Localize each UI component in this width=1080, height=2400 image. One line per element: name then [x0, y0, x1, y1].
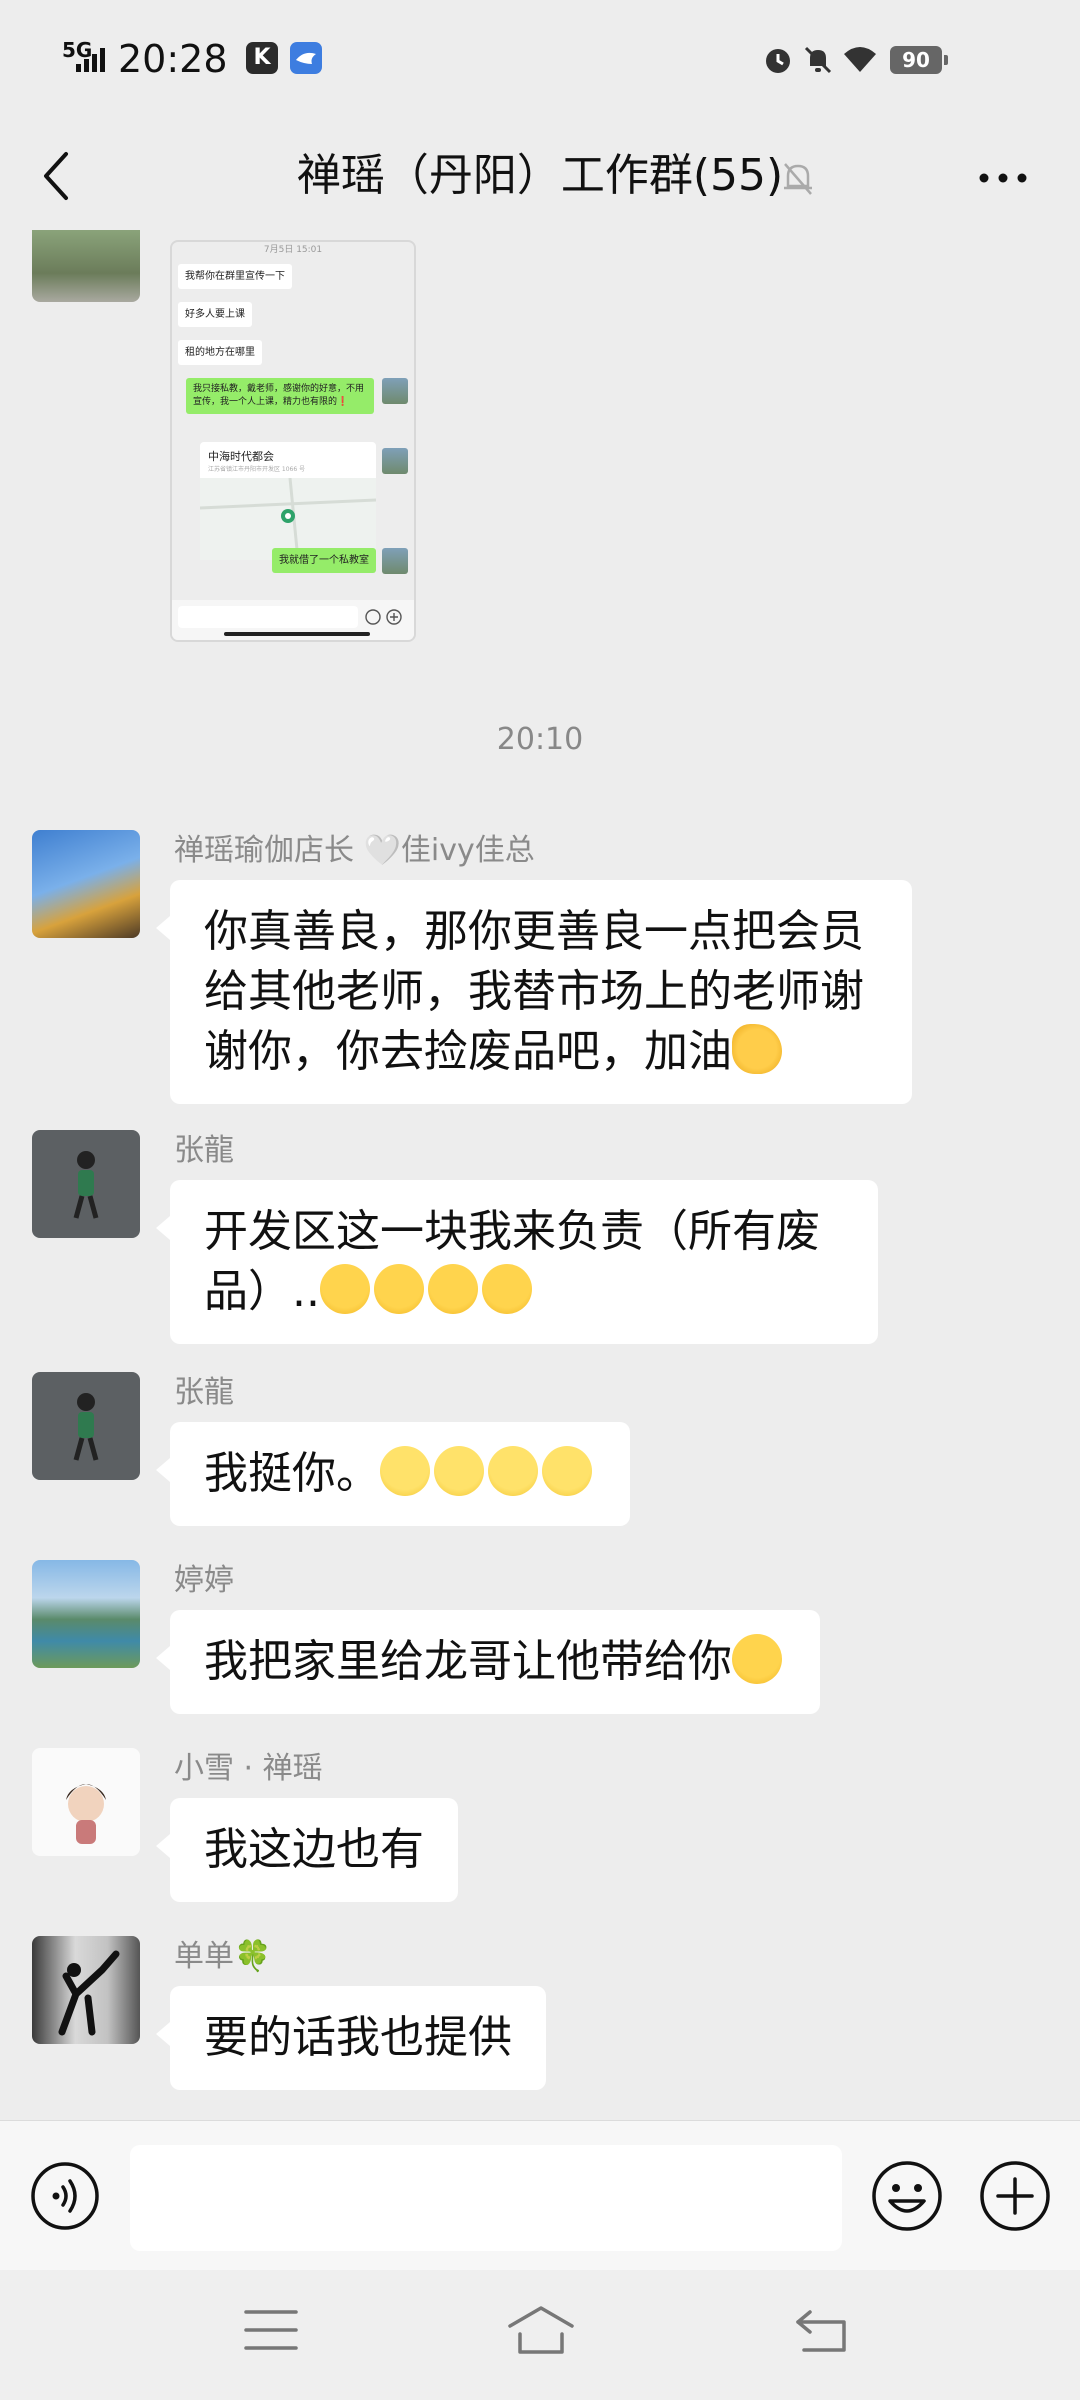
- location-address: 江苏省镇江市丹阳市开发区 1066 号: [208, 466, 306, 473]
- screenshot-bubble: 我只接私教，戴老师，感谢你的好意，不用宣传，我一个人上课，精力也有限的❗: [186, 378, 374, 414]
- smirk-emoji-icon: [488, 1446, 538, 1496]
- avatar[interactable]: [32, 1748, 140, 1856]
- alarm-icon: [766, 49, 790, 73]
- avatar[interactable]: [32, 830, 140, 938]
- voice-icon[interactable]: [30, 2161, 100, 2231]
- facepalm-emoji-icon: [373, 1264, 424, 1314]
- message-bubble[interactable]: 开发区这一块我来负责（所有废品）..: [156, 1180, 878, 1344]
- emoji-icon[interactable]: [870, 2159, 944, 2233]
- signal-icon: [76, 48, 105, 72]
- sender-name: 单单🍀: [174, 1939, 272, 1974]
- sender-name: 小雪 · 禅瑶: [174, 1751, 323, 1786]
- home-indicator: [224, 632, 370, 636]
- screenshot-bubble: 租的地方在哪里: [178, 340, 262, 365]
- message-text: 要的话我也提供: [204, 2012, 512, 2063]
- message-bubble[interactable]: 要的话我也提供: [156, 1986, 546, 2090]
- clapping-hands-emoji-icon: [732, 1024, 782, 1074]
- avatar: [382, 378, 408, 404]
- mute-icon: [804, 46, 832, 74]
- home-icon[interactable]: [506, 2304, 576, 2356]
- message-bubble[interactable]: 我把家里给龙哥让他带给你: [156, 1610, 820, 1714]
- status-bar: 5G 20:28 K 90: [0, 0, 1080, 120]
- sender-name: 婷婷: [174, 1563, 234, 1598]
- message-text: 我把家里给龙哥让他带给你: [204, 1636, 732, 1687]
- avatar: [382, 448, 408, 474]
- chat-header: 禅瑶（丹阳）工作群(55): [0, 120, 1080, 230]
- screenshot-input: [178, 606, 358, 628]
- screenshot-bubble: 我就借了一个私教室: [272, 548, 376, 573]
- message-timestamp: 20:10: [496, 722, 584, 757]
- app-k-icon: K: [246, 42, 278, 74]
- plus-icon[interactable]: [978, 2159, 1052, 2233]
- facepalm-emoji-icon: [427, 1264, 478, 1314]
- back-nav-icon[interactable]: [794, 2306, 850, 2354]
- smirk-emoji-icon: [542, 1446, 592, 1496]
- message-bubble[interactable]: 我这边也有: [156, 1798, 458, 1902]
- screenshot-image-message[interactable]: 7月5日 15:01 我帮你在群里宣传一下 好多人要上课 租的地方在哪里 我只接…: [170, 240, 416, 642]
- sender-name: 张龍: [174, 1133, 234, 1168]
- input-bar: [0, 2120, 1080, 2270]
- sender-name: 张龍: [174, 1375, 234, 1410]
- sender-name: 禅瑶瑜伽店长 🤍佳ivy佳总: [174, 833, 535, 868]
- clock: 20:28: [118, 37, 228, 81]
- more-icon[interactable]: [978, 172, 1028, 184]
- avatar[interactable]: [32, 1560, 140, 1668]
- screenshot-bubble: 我帮你在群里宣传一下: [178, 264, 292, 289]
- screenshot-bubble: 好多人要上课: [178, 302, 252, 327]
- system-navigation: [0, 2270, 1080, 2400]
- emoji-icon: [365, 609, 402, 625]
- smirk-emoji-icon: [434, 1446, 484, 1496]
- location-card: 中海时代都会 江苏省镇江市丹阳市开发区 1066 号: [199, 442, 377, 561]
- facepalm-emoji-icon: [481, 1264, 532, 1314]
- group-title: 禅瑶（丹阳）工作群(55): [296, 150, 784, 201]
- avatar[interactable]: [32, 230, 140, 302]
- smirk-emoji-icon: [380, 1446, 430, 1496]
- message-text: 我这边也有: [204, 1824, 424, 1875]
- battery-icon: 90: [890, 46, 948, 74]
- location-title: 中海时代都会: [208, 450, 274, 463]
- avatar: [382, 548, 408, 574]
- message-list[interactable]: 7月5日 15:01 我帮你在群里宣传一下 好多人要上课 租的地方在哪里 我只接…: [0, 230, 1080, 2120]
- message-bubble[interactable]: 你真善良，那你更善良一点把会员给其他老师，我替市场上的老师谢谢你，你去捡废品吧，…: [156, 880, 912, 1104]
- wifi-icon: [844, 47, 876, 72]
- avatar[interactable]: [32, 1936, 140, 2044]
- message-text: 我挺你。: [204, 1448, 380, 1499]
- menu-icon[interactable]: [244, 2308, 298, 2352]
- facepalm-emoji-icon: [319, 1264, 370, 1314]
- avatar[interactable]: [32, 1130, 140, 1238]
- message-bubble[interactable]: 我挺你。: [156, 1422, 630, 1526]
- screenshot-time: 7月5日 15:01: [263, 245, 323, 255]
- avatar[interactable]: [32, 1372, 140, 1480]
- message-input[interactable]: [130, 2145, 842, 2251]
- muted-bell-icon: [784, 163, 812, 195]
- app-bird-icon: [290, 42, 322, 74]
- screenshot-input-area: [172, 600, 414, 640]
- facepalm-emoji-icon: [732, 1634, 782, 1684]
